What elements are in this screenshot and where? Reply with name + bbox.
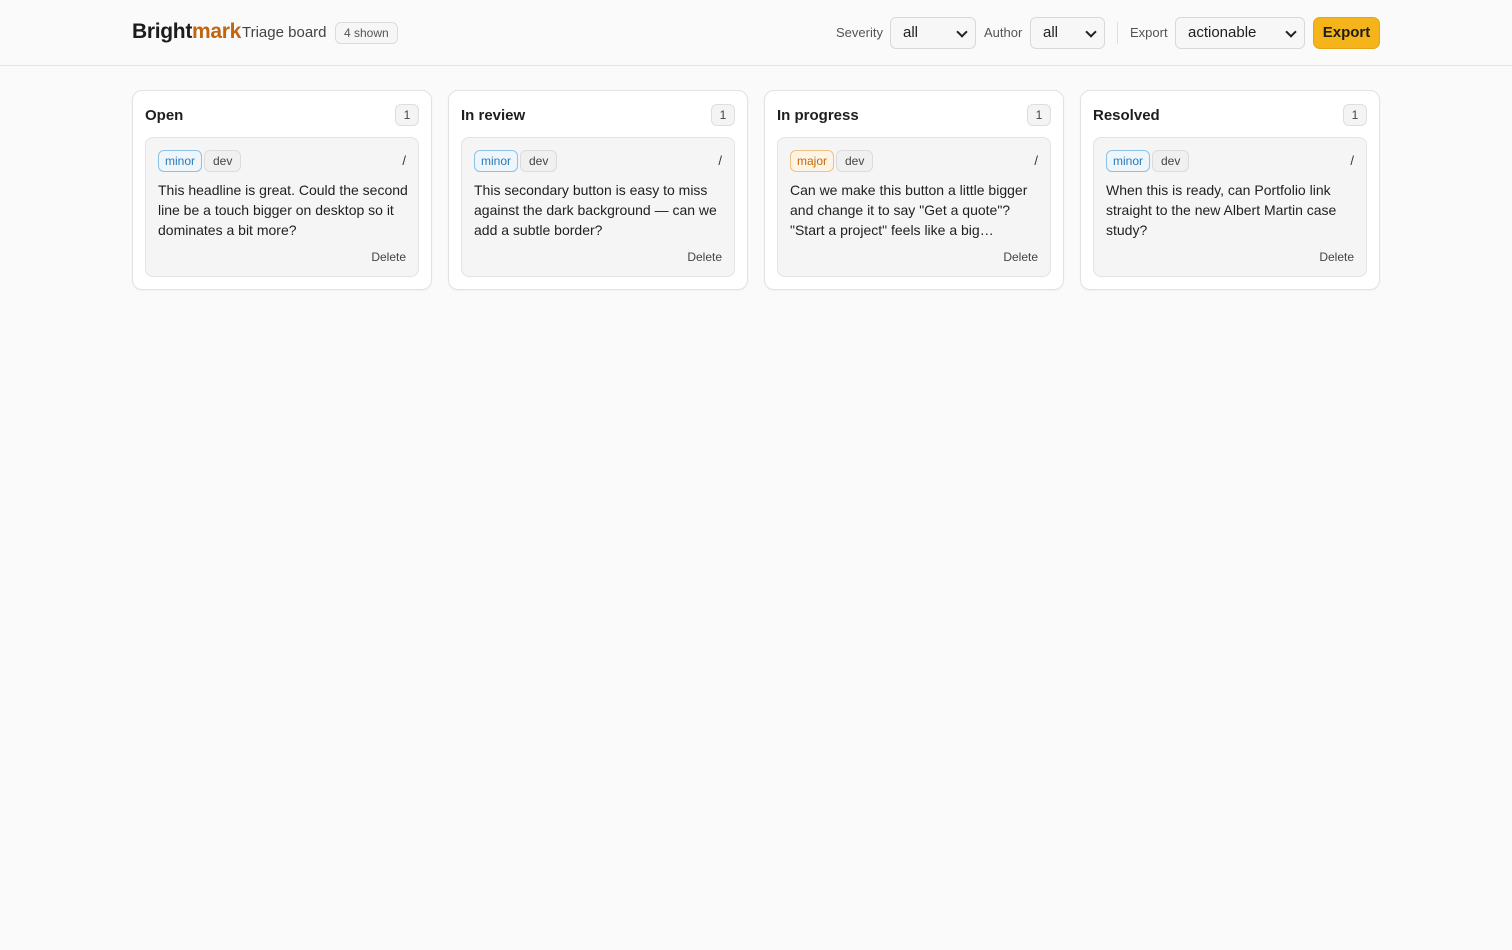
column-title: In review bbox=[461, 107, 526, 124]
author-tag: dev bbox=[520, 150, 558, 172]
severity-select-value: all bbox=[903, 24, 919, 41]
column-count-badge: 1 bbox=[395, 104, 419, 126]
column-count-badge: 1 bbox=[1027, 104, 1051, 126]
severity-tag: major bbox=[790, 150, 835, 172]
chevron-down-icon bbox=[1285, 26, 1297, 38]
export-format-select[interactable]: actionable bbox=[1175, 17, 1305, 49]
edit-link[interactable]: / bbox=[402, 153, 406, 168]
delete-button[interactable]: Delete bbox=[1003, 250, 1038, 264]
severity-tag: minor bbox=[158, 150, 203, 172]
export-label: Export bbox=[1130, 25, 1168, 40]
severity-tag: minor bbox=[474, 150, 519, 172]
column-open: Open 1 minor dev / This headline is grea… bbox=[132, 90, 432, 290]
card-text: This headline is great. Could the second… bbox=[158, 182, 408, 238]
column-title: In progress bbox=[777, 107, 859, 124]
brand-name-part2: mark bbox=[192, 20, 242, 43]
card-text: Can we make this button a little bigger … bbox=[790, 182, 1028, 238]
column-in-progress: In progress 1 major dev / Can we make th… bbox=[764, 90, 1064, 290]
author-select[interactable]: all bbox=[1030, 17, 1105, 49]
author-tag: dev bbox=[1152, 150, 1190, 172]
card-text: When this is ready, can Portfolio link s… bbox=[1106, 182, 1337, 238]
chevron-down-icon bbox=[956, 26, 968, 38]
brand-name-part1: Bright bbox=[132, 20, 193, 43]
top-bar: Brightmark Triage board 4 shown Severity… bbox=[0, 0, 1512, 66]
delete-button[interactable]: Delete bbox=[371, 250, 406, 264]
severity-tag: minor bbox=[1106, 150, 1151, 172]
feedback-card[interactable]: minor dev / This headline is great. Coul… bbox=[145, 137, 419, 277]
column-resolved: Resolved 1 minor dev / When this is read… bbox=[1080, 90, 1380, 290]
feedback-card[interactable]: minor dev / This secondary button is eas… bbox=[461, 137, 735, 277]
author-tag: dev bbox=[204, 150, 242, 172]
author-select-value: all bbox=[1043, 24, 1059, 41]
severity-select[interactable]: all bbox=[890, 17, 976, 49]
export-format-value: actionable bbox=[1188, 24, 1257, 41]
page-title: Triage board bbox=[242, 24, 327, 41]
brand-logo[interactable]: Brightmark bbox=[132, 20, 241, 44]
feedback-card[interactable]: major dev / Can we make this button a li… bbox=[777, 137, 1051, 277]
delete-button[interactable]: Delete bbox=[1319, 250, 1354, 264]
severity-filter-label: Severity bbox=[836, 25, 883, 40]
author-tag: dev bbox=[836, 150, 874, 172]
chevron-down-icon bbox=[1085, 26, 1097, 38]
shown-count-badge: 4 shown bbox=[335, 22, 398, 44]
delete-button[interactable]: Delete bbox=[687, 250, 722, 264]
column-count-badge: 1 bbox=[1343, 104, 1367, 126]
edit-link[interactable]: / bbox=[718, 153, 722, 168]
edit-link[interactable]: / bbox=[1034, 153, 1038, 168]
column-title: Open bbox=[145, 107, 184, 124]
export-button[interactable]: Export bbox=[1313, 17, 1380, 49]
column-in-review: In review 1 minor dev / This secondary b… bbox=[448, 90, 748, 290]
author-filter-label: Author bbox=[984, 25, 1023, 40]
column-count-badge: 1 bbox=[711, 104, 735, 126]
edit-link[interactable]: / bbox=[1350, 153, 1354, 168]
card-text: This secondary button is easy to miss ag… bbox=[474, 182, 717, 238]
toolbar-divider bbox=[1117, 22, 1118, 44]
column-title: Resolved bbox=[1093, 107, 1160, 124]
feedback-card[interactable]: minor dev / When this is ready, can Port… bbox=[1093, 137, 1367, 277]
